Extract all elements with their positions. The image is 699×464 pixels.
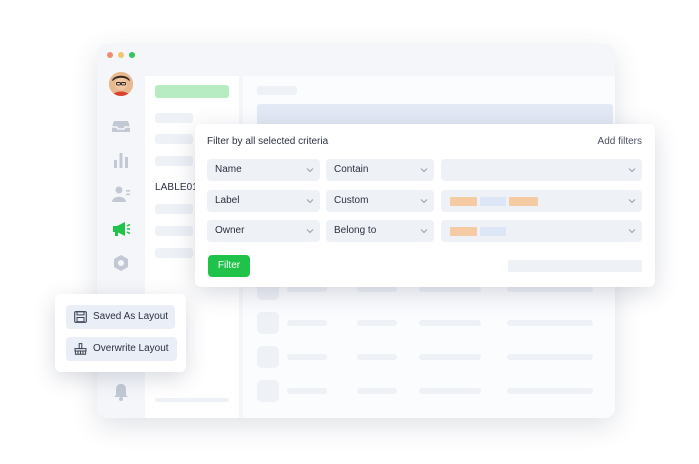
- chevron-down-icon: [420, 199, 428, 204]
- overwrite-layout-label: Overwrite Layout: [93, 343, 169, 354]
- chevron-down-icon: [420, 168, 428, 173]
- filter-field-select-2[interactable]: Label: [207, 190, 320, 212]
- filter-value-select-3[interactable]: [441, 220, 642, 242]
- filter-footer-placeholder: [508, 260, 642, 272]
- label-chip: [480, 197, 506, 206]
- filter-title: Filter by all selected criteria: [207, 136, 329, 147]
- filter-operator-value: Contain: [334, 164, 369, 175]
- owner-chip: [450, 227, 477, 236]
- window-close-dot[interactable]: [107, 52, 113, 58]
- row-cell: [507, 388, 593, 394]
- filter-field-select-3[interactable]: Owner: [207, 220, 320, 242]
- row-cell: [287, 354, 327, 360]
- filter-operator-value: Belong to: [334, 225, 377, 236]
- chevron-down-icon: [628, 229, 636, 234]
- layout-menu: Saved As Layout Overwrite Layout: [55, 294, 186, 372]
- contacts-icon[interactable]: [111, 184, 131, 204]
- add-filters-link[interactable]: Add filters: [598, 136, 642, 147]
- row-cell: [419, 320, 481, 326]
- filter-field-value: Owner: [215, 225, 245, 236]
- row-cell: [357, 388, 397, 394]
- list-placeholder: [155, 248, 193, 258]
- megaphone-icon[interactable]: [111, 219, 131, 239]
- saved-as-layout-label: Saved As Layout: [93, 311, 169, 322]
- row-cell: [419, 388, 481, 394]
- list-footer-bar: [155, 398, 229, 402]
- row-avatar: [257, 380, 279, 402]
- row-cell: [287, 320, 327, 326]
- list-item-label[interactable]: LABLE01: [155, 182, 198, 193]
- filter-operator-value: Custom: [334, 195, 369, 206]
- filter-value-select-2[interactable]: [441, 190, 642, 212]
- row-cell: [507, 320, 593, 326]
- row-cell: [357, 320, 397, 326]
- settings-icon[interactable]: [111, 253, 131, 273]
- row-avatar: [257, 312, 279, 334]
- list-placeholder: [155, 113, 193, 123]
- list-placeholder: [155, 226, 193, 236]
- overwrite-icon: [74, 343, 87, 355]
- list-highlight-bar: [155, 85, 229, 98]
- chevron-down-icon: [306, 229, 314, 234]
- filter-operator-select-3[interactable]: Belong to: [326, 220, 434, 242]
- window-minimize-dot[interactable]: [118, 52, 124, 58]
- label-chip: [450, 197, 477, 206]
- content-header-bar: [257, 86, 297, 95]
- filter-button[interactable]: Filter: [208, 255, 250, 277]
- list-placeholder: [155, 204, 193, 214]
- list-placeholder: [155, 134, 193, 144]
- saved-as-layout-button[interactable]: Saved As Layout: [66, 305, 175, 329]
- row-cell: [419, 354, 481, 360]
- chevron-down-icon: [306, 199, 314, 204]
- chevron-down-icon: [628, 199, 636, 204]
- row-cell: [287, 388, 327, 394]
- label-chip: [509, 197, 538, 206]
- filter-field-select-1[interactable]: Name: [207, 159, 320, 181]
- row-cell: [357, 354, 397, 360]
- bell-icon[interactable]: [111, 382, 131, 402]
- filter-field-value: Name: [215, 164, 242, 175]
- window-maximize-dot[interactable]: [129, 52, 135, 58]
- inbox-icon[interactable]: [111, 116, 131, 136]
- filter-field-value: Label: [215, 195, 240, 206]
- chevron-down-icon: [420, 229, 428, 234]
- save-icon: [74, 311, 87, 323]
- row-cell: [507, 354, 593, 360]
- row-avatar: [257, 346, 279, 368]
- avatar[interactable]: [109, 72, 133, 96]
- owner-chip: [480, 227, 506, 236]
- overwrite-layout-button[interactable]: Overwrite Layout: [66, 337, 177, 361]
- bar-chart-icon[interactable]: [111, 150, 131, 170]
- filter-value-select-1[interactable]: [441, 159, 642, 181]
- filter-panel: Filter by all selected criteria Add filt…: [195, 124, 655, 287]
- filter-operator-select-2[interactable]: Custom: [326, 190, 434, 212]
- chevron-down-icon: [306, 168, 314, 173]
- chevron-down-icon: [628, 168, 636, 173]
- list-placeholder: [155, 156, 193, 166]
- filter-operator-select-1[interactable]: Contain: [326, 159, 434, 181]
